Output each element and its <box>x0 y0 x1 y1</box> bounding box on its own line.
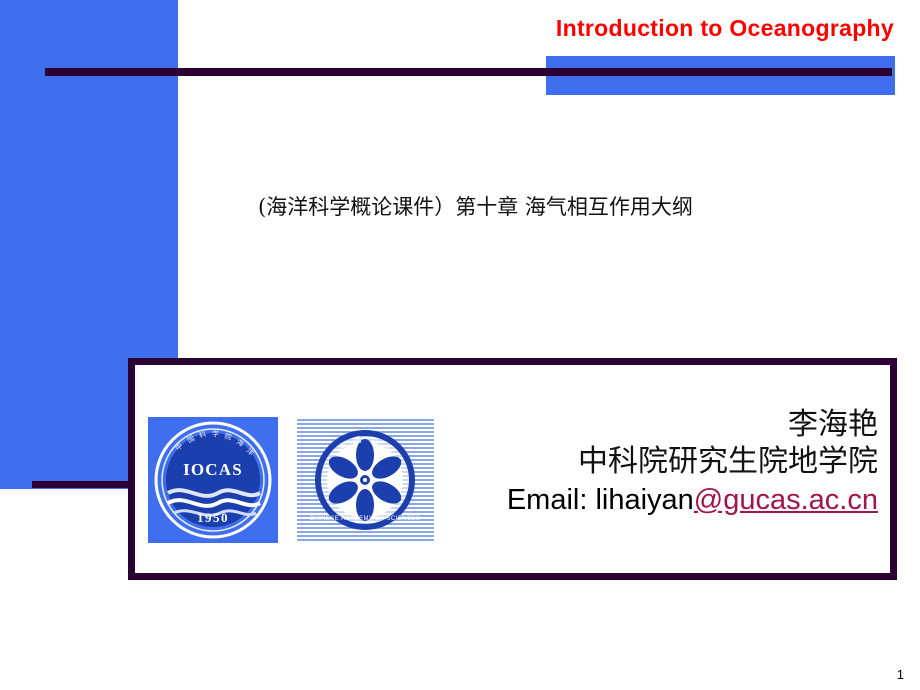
lower-horizontal-rule <box>32 481 133 488</box>
author-department: 中科院研究生院地学院 <box>578 444 878 480</box>
author-frame: IOCAS 1950 中 国 科 学 院 海 洋 中 国 科 学 CHINESE… <box>128 358 897 580</box>
slide-subtitle: (海洋科学概论课件）第十章 海气相互作用大纲 <box>258 195 693 219</box>
author-info-block: 李海艳 中科院研究生院地学院 Email: lihaiyan@gucas.ac.… <box>507 407 878 517</box>
author-email-line: Email: lihaiyan@gucas.ac.cn <box>507 483 878 517</box>
author-name: 李海艳 <box>788 407 878 442</box>
email-label: Email: lihaiyan <box>506 483 694 516</box>
svg-text:学: 学 <box>212 429 219 438</box>
cas-emblem-icon: 中 国 科 学 CHINESE ACADEMY OF SCIENCES <box>310 430 421 530</box>
svg-text:IOCAS: IOCAS <box>183 460 243 479</box>
iocas-logo: IOCAS 1950 中 国 科 学 院 海 洋 <box>148 417 278 543</box>
top-horizontal-rule <box>45 68 892 76</box>
page-number: 1 <box>896 667 904 682</box>
svg-text:CHINESE ACADEMY OF SCIENCES: CHINESE ACADEMY OF SCIENCES <box>310 516 421 522</box>
slide-canvas: Introduction to Oceanography (海洋科学概论课件）第… <box>0 0 920 690</box>
iocas-emblem-icon: IOCAS 1950 中 国 科 学 院 海 洋 <box>154 421 272 539</box>
cas-logo: 中 国 科 学 CHINESE ACADEMY OF SCIENCES <box>297 417 434 543</box>
svg-text:1950: 1950 <box>197 510 229 525</box>
slide-headline: Introduction to Oceanography <box>555 15 894 41</box>
logo-row: IOCAS 1950 中 国 科 学 院 海 洋 中 国 科 学 CHINESE… <box>148 417 434 543</box>
email-address-link[interactable]: @gucas.ac.cn <box>694 484 878 516</box>
